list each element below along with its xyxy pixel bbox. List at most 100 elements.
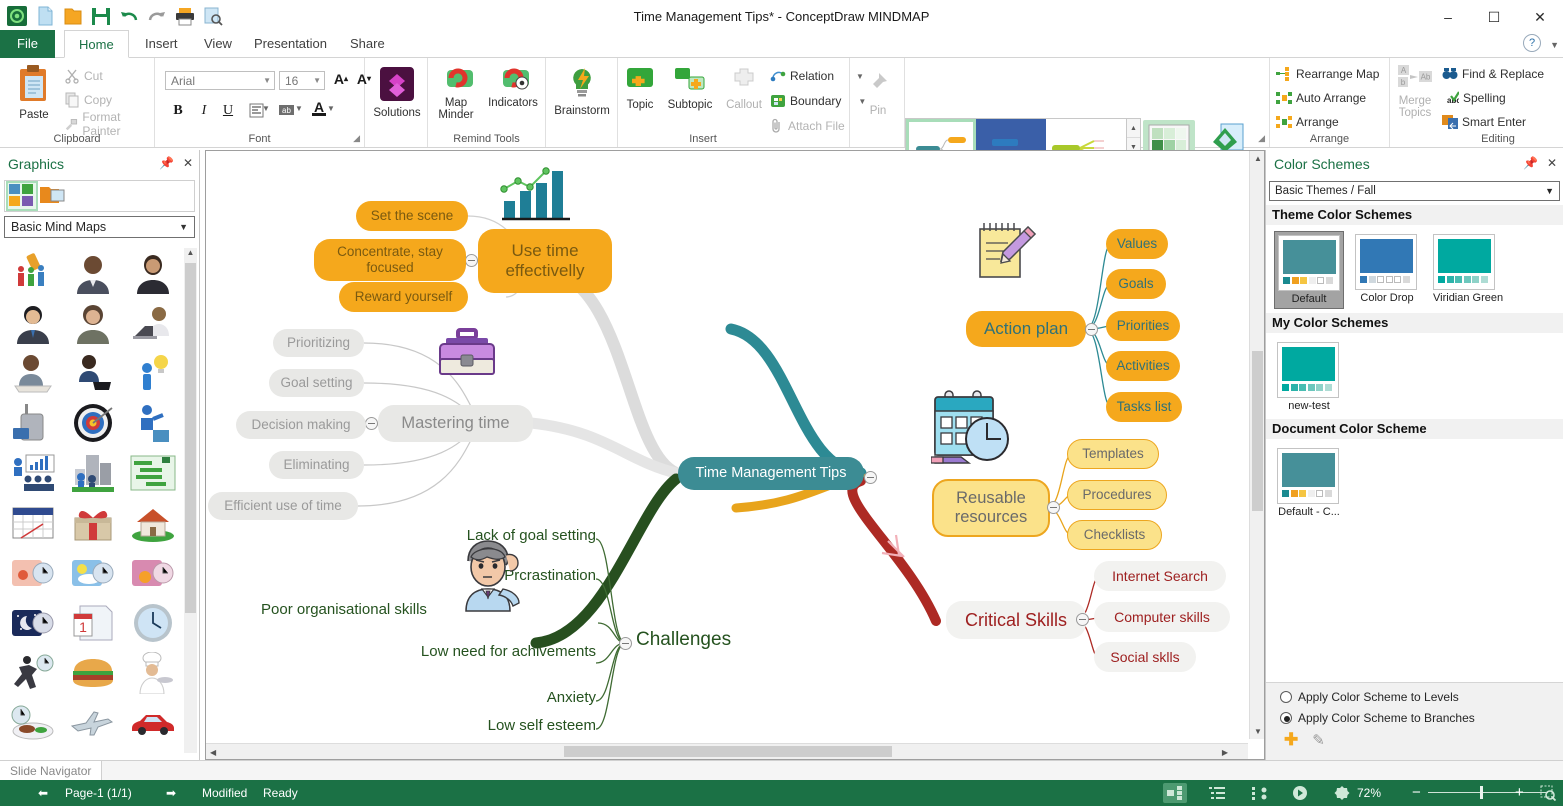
challenges-collapse-toggle[interactable] (619, 637, 632, 650)
subtopic-activities[interactable]: Activities (1106, 351, 1180, 381)
graphics-library-combo[interactable]: Basic Mind Maps ▼ (4, 216, 195, 238)
chevron-down-icon[interactable]: ▼ (263, 76, 271, 85)
scroll-up-icon[interactable]: ▲ (1254, 154, 1262, 163)
horizontal-scroll-thumb[interactable] (564, 746, 892, 757)
tab-insert[interactable]: Insert (131, 30, 192, 58)
scheme-new-test[interactable]: new-test (1274, 339, 1344, 415)
font-family-combo[interactable]: Arial ▼ (165, 71, 275, 90)
canvas-horizontal-scrollbar[interactable]: ◀ ▶ (206, 743, 1248, 759)
arrange-button[interactable]: Arrange (1276, 112, 1339, 132)
bold-button[interactable]: B (167, 100, 189, 121)
mastering-time-collapse-toggle[interactable] (365, 417, 378, 430)
indicators-button[interactable]: Indicators (484, 66, 542, 109)
library-tab[interactable] (6, 181, 38, 211)
scroll-right-icon[interactable]: ▶ (1222, 748, 1228, 757)
gift-box-clipart[interactable] (63, 498, 123, 548)
close-icon[interactable]: ✕ (183, 156, 193, 170)
subtopic-social-skills[interactable]: Social sklls (1094, 642, 1196, 672)
subtopic-checklists[interactable]: Checklists (1067, 520, 1162, 550)
scroll-down-icon[interactable]: ▼ (1254, 727, 1262, 736)
night-clock-clipart[interactable] (3, 598, 63, 648)
presenter-podium-clipart[interactable] (123, 398, 183, 448)
subtopic-decision-making[interactable]: Decision making (236, 411, 366, 439)
folder-tab[interactable] (39, 183, 67, 209)
zoom-slider[interactable] (1428, 786, 1548, 799)
tab-share[interactable]: Share (336, 30, 399, 58)
mindmap-view-button[interactable] (1163, 783, 1187, 803)
subtopic-button[interactable]: Subtopic (662, 66, 718, 111)
subtopic-set-the-scene[interactable]: Set the scene (356, 201, 468, 231)
highlight-button[interactable]: ab (275, 100, 297, 121)
action-plan-collapse-toggle[interactable] (1085, 323, 1098, 336)
chevron-down-icon[interactable]: ▼ (1545, 186, 1554, 196)
zoom-slider-knob[interactable] (1480, 786, 1483, 799)
copy-button[interactable]: Copy (64, 90, 112, 110)
find-replace-button[interactable]: Find & Replace (1442, 64, 1544, 84)
topic-button[interactable]: Topic (620, 66, 660, 111)
meal-clock-clipart[interactable] (3, 698, 63, 748)
subtopic-computer-skills[interactable]: Computer skills (1094, 602, 1230, 632)
subtopic-eliminating[interactable]: Eliminating (269, 451, 364, 479)
scheme-default-document[interactable]: Default - C... (1274, 445, 1344, 521)
house-clipart[interactable] (123, 498, 183, 548)
scheme-viridian-green[interactable]: Viridian Green (1430, 231, 1503, 309)
topic-use-time-effectively[interactable]: Use time effectivelly (478, 229, 612, 293)
subtopic-poor-organisational-skills[interactable]: Poor organisational skills (261, 601, 596, 619)
meeting-chart-clipart[interactable] (3, 448, 63, 498)
presentation-view-button[interactable] (1288, 783, 1312, 803)
subtopic-prioritizing[interactable]: Prioritizing (273, 329, 364, 357)
asian-businessman-clipart[interactable] (3, 298, 63, 348)
chef-clipart[interactable] (123, 648, 183, 698)
subtopic-internet-search[interactable]: Internet Search (1094, 561, 1226, 591)
brainstorm-button[interactable]: Brainstorm (554, 66, 610, 117)
topic-challenges[interactable]: Challenges (636, 629, 731, 652)
scroll-up-icon[interactable]: ▲ (184, 248, 197, 263)
next-page-icon[interactable]: ➡ (166, 780, 176, 806)
subtopic-goals[interactable]: Goals (1106, 269, 1166, 299)
luggage-travel-clipart[interactable] (3, 398, 63, 448)
close-icon[interactable]: ✕ (1547, 156, 1557, 170)
zoom-in-button[interactable]: + (1515, 780, 1524, 806)
apply-to-branches-radio[interactable]: Apply Color Scheme to Branches (1266, 704, 1563, 725)
reusable-resources-collapse-toggle[interactable] (1047, 501, 1060, 514)
chevron-down-icon[interactable]: ▼ (313, 76, 321, 85)
edit-scheme-icon[interactable]: ✎ (1312, 731, 1325, 749)
gantt-chart-clipart[interactable] (123, 448, 183, 498)
mature-woman-clipart[interactable] (63, 298, 123, 348)
scroll-left-icon[interactable]: ◀ (210, 748, 216, 757)
outline-view-button[interactable] (1205, 783, 1229, 803)
solutions-button[interactable]: Solutions (369, 66, 425, 119)
subtopic-concentrate-stay-focused[interactable]: Concentrate, stay focused (314, 239, 466, 281)
gallery-scroll-up-icon[interactable]: ▲ (1127, 119, 1140, 138)
chevron-down-icon[interactable]: ▼ (262, 104, 270, 113)
format-painter-button[interactable]: Format Painter (64, 110, 154, 138)
topic-action-plan[interactable]: Action plan (966, 311, 1086, 347)
subtopic-templates[interactable]: Templates (1067, 439, 1159, 469)
close-button[interactable]: ✕ (1517, 0, 1563, 34)
previous-page-icon[interactable]: ⬅ (38, 780, 48, 806)
scheme-default[interactable]: Default (1274, 231, 1344, 309)
tab-view[interactable]: View (190, 30, 246, 58)
mindmap-canvas[interactable]: Time Management Tips Use time effectivel… (206, 151, 1246, 739)
red-car-clipart[interactable] (123, 698, 183, 748)
slide-navigator-tab[interactable]: Slide Navigator (0, 761, 103, 781)
idea-person-icon[interactable] (123, 348, 183, 398)
help-icon[interactable]: ? (1523, 34, 1541, 52)
subtopic-goal-setting[interactable]: Goal setting (269, 369, 364, 397)
use-time-collapse-toggle[interactable] (465, 254, 478, 267)
wall-clock-clipart[interactable] (123, 598, 183, 648)
merge-topics-button[interactable]: Ab Ab Merge Topics (1392, 64, 1438, 119)
map-minder-button[interactable]: Map Minder (430, 66, 482, 121)
calendar-clipart[interactable] (3, 498, 63, 548)
chevron-down-icon[interactable]: ▼ (179, 222, 188, 232)
grow-font-button[interactable]: A ▴ (330, 68, 352, 89)
chevron-down-icon[interactable]: ▼ (1550, 40, 1559, 50)
minimize-button[interactable]: – (1425, 0, 1471, 34)
canvas-vertical-scrollbar[interactable]: ▲ ▼ (1249, 151, 1264, 739)
calendar-page-clipart[interactable]: 1 (63, 598, 123, 648)
pin-icon[interactable]: 📌 (159, 156, 174, 170)
subtopic-low-need-for-achivements[interactable]: Low need for achivements (266, 643, 596, 661)
rearrange-map-button[interactable]: Rearrange Map (1276, 64, 1379, 84)
topic-reusable-resources[interactable]: Reusable resources (932, 479, 1050, 537)
auto-arrange-button[interactable]: Auto Arrange (1276, 88, 1366, 108)
